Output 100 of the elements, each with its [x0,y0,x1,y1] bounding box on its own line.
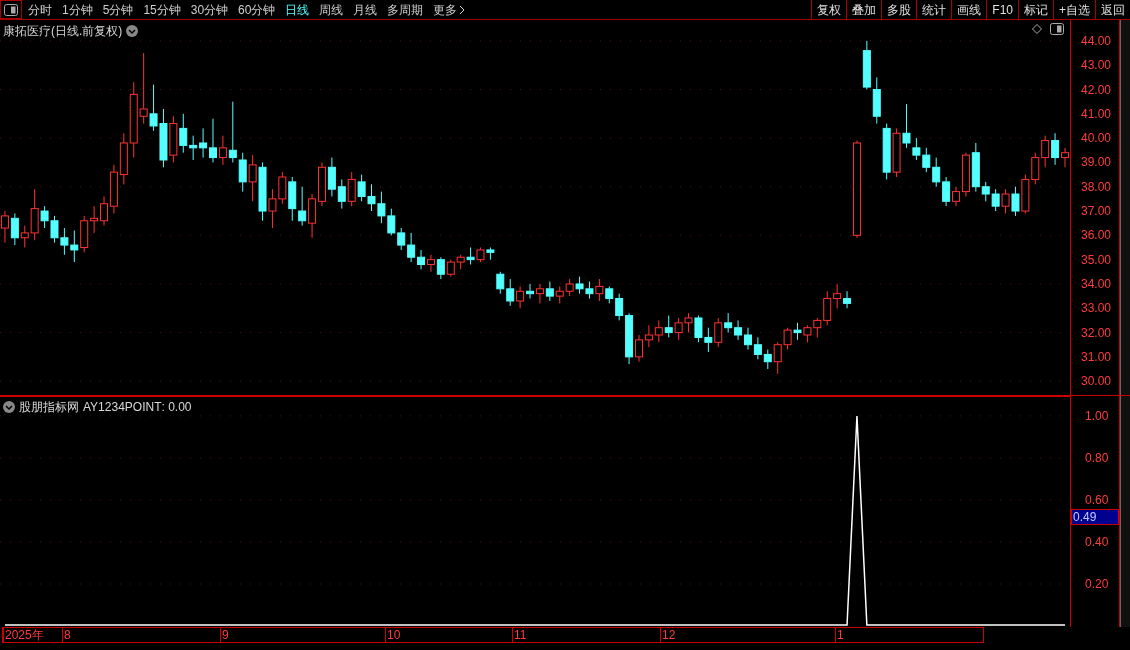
period-tab[interactable]: 周线 [319,0,344,19]
toolbar-button[interactable]: 叠加 [846,0,882,19]
diamond-icon[interactable] [1032,24,1042,34]
price-axis-label: 38.00 [1081,179,1112,194]
candle [1031,152,1040,185]
candle [278,171,287,205]
period-tab[interactable]: 60分钟 [238,0,276,19]
candle [922,147,931,173]
price-axis-label: 32.00 [1081,325,1112,340]
candle [724,312,733,334]
candle [397,227,406,251]
period-tab[interactable]: 5分钟 [102,0,134,19]
candle [377,191,386,224]
candle [516,285,525,309]
time-axis-label: 9 [220,628,229,642]
stock-title: 康拓医疗(日线.前复权) [3,23,123,40]
candle [862,40,871,90]
candle [644,324,653,348]
toolbar-button[interactable]: 复权 [811,0,847,19]
candle [70,230,79,263]
toolbar-button[interactable]: F10 [986,0,1018,19]
candle [714,317,723,348]
time-axis-label: 10 [385,628,401,642]
candle [90,205,99,234]
time-axis-label: 12 [660,628,676,642]
time-axis-label: 2025年 [3,628,44,642]
toolbar-button[interactable]: 标记 [1018,0,1053,19]
candle [872,76,881,125]
period-tab[interactable]: 日线 [285,0,310,19]
period-tab[interactable]: 分时 [28,0,52,19]
candle [585,281,594,300]
indicator-axis-label: 1.00 [1085,408,1109,423]
price-axis-label: 39.00 [1081,155,1112,170]
candle [1011,186,1020,217]
candle [753,336,762,360]
indicator-axis-label: 0.60 [1085,492,1109,507]
candle [892,127,901,178]
price-axis-label: 44.00 [1081,33,1112,48]
candle [357,174,366,202]
candle [833,283,842,309]
period-tab[interactable]: 1分钟 [62,0,93,19]
panel-toggle-icon[interactable] [4,3,18,16]
period-tab[interactable]: 30分钟 [190,0,229,19]
price-axis-label: 34.00 [1081,276,1112,291]
candle [545,281,554,302]
toolbar-button[interactable]: 多股 [881,0,917,19]
candle [60,227,69,256]
candle [535,283,544,304]
candle [734,319,743,341]
more-menu[interactable]: 更多 [433,0,466,19]
price-axis-label: 43.00 [1081,58,1112,73]
candle [288,176,297,222]
chevron-down-icon[interactable] [3,401,15,413]
candle [466,247,475,265]
price-axis-label: 41.00 [1081,106,1112,121]
time-axis-label: 8 [62,628,71,642]
candle [327,157,336,197]
indicator-axis-label: 0.80 [1085,450,1109,465]
price-axis-label: 36.00 [1081,228,1112,243]
period-tab[interactable]: 多周期 [387,0,424,19]
toolbar-button[interactable]: 统计 [916,0,952,19]
candle [426,254,435,273]
panel-toggle-icon[interactable] [1050,23,1064,35]
candle [317,161,326,207]
candle [476,247,485,263]
candle [446,259,455,278]
period-tab[interactable]: 15分钟 [143,0,181,19]
price-axis-label: 31.00 [1081,349,1112,364]
indicator-series-name: AY1234POINT [83,399,162,416]
price-axis-label: 42.00 [1081,82,1112,97]
time-axis-label: 1 [835,628,844,642]
candle [565,278,574,297]
candle [932,157,941,188]
candle [387,208,396,236]
price-axis-label: 35.00 [1081,252,1112,267]
candle [575,276,584,295]
candle [367,183,376,212]
candle [486,247,495,261]
candle [496,271,505,295]
candle [991,188,1000,212]
price-axis-label: 37.00 [1081,204,1112,219]
candle [882,123,891,180]
period-tab[interactable]: 月线 [353,0,378,19]
candle [337,178,346,210]
price-axis-label: 40.00 [1081,131,1112,146]
indicator-axis-label: 0.40 [1085,534,1109,549]
candle [694,315,703,343]
candle [654,319,663,343]
candle [664,315,673,338]
toolbar-button[interactable]: 画线 [951,0,987,19]
candle [248,154,257,202]
candle [555,285,564,304]
price-axis-label: 30.00 [1081,374,1112,389]
candle [456,254,465,270]
cursor-value-label: 0.49 [1071,509,1119,525]
toolbar-button[interactable]: +自选 [1053,0,1095,19]
toolbar-button[interactable]: 返回 [1095,0,1130,19]
chevron-down-icon[interactable] [126,25,139,37]
price-axis-label: 33.00 [1081,301,1112,316]
indicator-title: 股朋指标网 [19,399,79,416]
